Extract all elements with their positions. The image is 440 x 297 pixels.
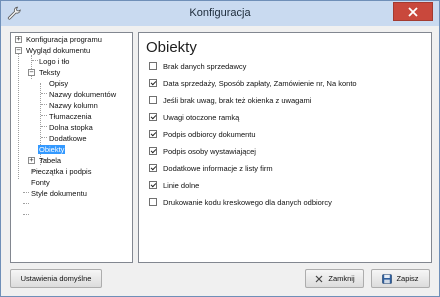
default-settings-button[interactable]: Ustawienia domyślne — [10, 269, 102, 288]
config-window: Konfiguracja + Konfiguracja programu − W… — [0, 0, 440, 297]
checkbox[interactable] — [149, 147, 157, 155]
tree-item-konfiguracja-programu[interactable]: Konfiguracja programu — [25, 34, 103, 45]
option-uwagi-ramka[interactable]: Uwagi otoczone ramką — [149, 111, 239, 123]
tree-item-tabela[interactable]: Tabela — [38, 155, 62, 166]
checkbox[interactable] — [149, 62, 157, 70]
checkbox[interactable] — [149, 181, 157, 189]
settings-tree[interactable]: + Konfiguracja programu − Wygląd dokumen… — [10, 32, 133, 263]
option-brak-danych-sprzedawcy[interactable]: Brak danych sprzedawcy — [149, 60, 246, 72]
option-brak-okienka-uwag[interactable]: Jeśli brak uwag, brak też okienka z uwag… — [149, 94, 311, 106]
checkbox[interactable] — [149, 198, 157, 206]
checkbox[interactable] — [149, 113, 157, 121]
tree-item-logo-i-tlo[interactable]: Logo i tło — [38, 56, 70, 67]
close-icon — [315, 275, 323, 282]
tree-item-dodatkowe[interactable]: Dodatkowe — [48, 133, 88, 144]
tree-item-fonty[interactable]: Fonty — [30, 177, 51, 188]
option-podpis-wystawiajacej[interactable]: Podpis osoby wystawiającej — [149, 145, 256, 157]
floppy-disk-icon — [382, 273, 393, 284]
tree-item-wyglad-dokumentu[interactable]: Wygląd dokumentu — [25, 45, 91, 56]
tree-item-teksty[interactable]: Teksty — [38, 67, 61, 78]
checkbox[interactable] — [149, 130, 157, 138]
tree-item-opisy[interactable]: Opisy — [48, 78, 69, 89]
title-bar[interactable]: Konfiguracja — [1, 1, 439, 26]
tree-item-nazwy-kolumn[interactable]: Nazwy kolumn — [48, 100, 99, 111]
page-title: Obiekty — [146, 39, 197, 56]
tree-item-pieczatka-i-podpis[interactable]: Pieczątka i podpis — [30, 166, 92, 177]
tree-item-style-dokumentu[interactable]: Style dokumentu — [30, 188, 88, 199]
option-data-sprzedazy[interactable]: Data sprzedaży, Sposób zapłaty, Zamówien… — [149, 77, 357, 89]
tree-item-dolna-stopka[interactable]: Dolna stopka — [48, 122, 94, 133]
collapse-toggle[interactable]: − — [28, 69, 35, 76]
settings-panel: Obiekty Brak danych sprzedawcy Data sprz… — [138, 32, 432, 263]
checkbox[interactable] — [149, 96, 157, 104]
checkbox[interactable] — [149, 79, 157, 87]
expand-toggle[interactable]: + — [28, 157, 35, 164]
tree-item-obiekty[interactable]: Obiekty — [38, 144, 66, 155]
tree-item-nazwy-dokumentow[interactable]: Nazwy dokumentów — [48, 89, 117, 100]
option-podpis-odbiorcy[interactable]: Podpis odbiorcy dokumentu — [149, 128, 256, 140]
close-button[interactable]: Zamknij — [305, 269, 364, 288]
checkbox[interactable] — [149, 164, 157, 172]
dialog-body: + Konfiguracja programu − Wygląd dokumen… — [5, 27, 435, 293]
option-dodatkowe-informacje[interactable]: Dodatkowe informacje z listy firm — [149, 162, 273, 174]
close-icon — [408, 6, 418, 17]
window-title: Konfiguracja — [189, 7, 251, 19]
option-kod-kreskowy[interactable]: Drukowanie kodu kreskowego dla danych od… — [149, 196, 332, 208]
tree-item-tlumaczenia[interactable]: Tłumaczenia — [48, 111, 93, 122]
expand-toggle[interactable]: + — [15, 36, 22, 43]
close-window-button[interactable] — [393, 2, 433, 21]
option-linie-dolne[interactable]: Linie dolne — [149, 179, 199, 191]
collapse-toggle[interactable]: − — [15, 47, 22, 54]
save-button[interactable]: Zapisz — [371, 269, 430, 288]
